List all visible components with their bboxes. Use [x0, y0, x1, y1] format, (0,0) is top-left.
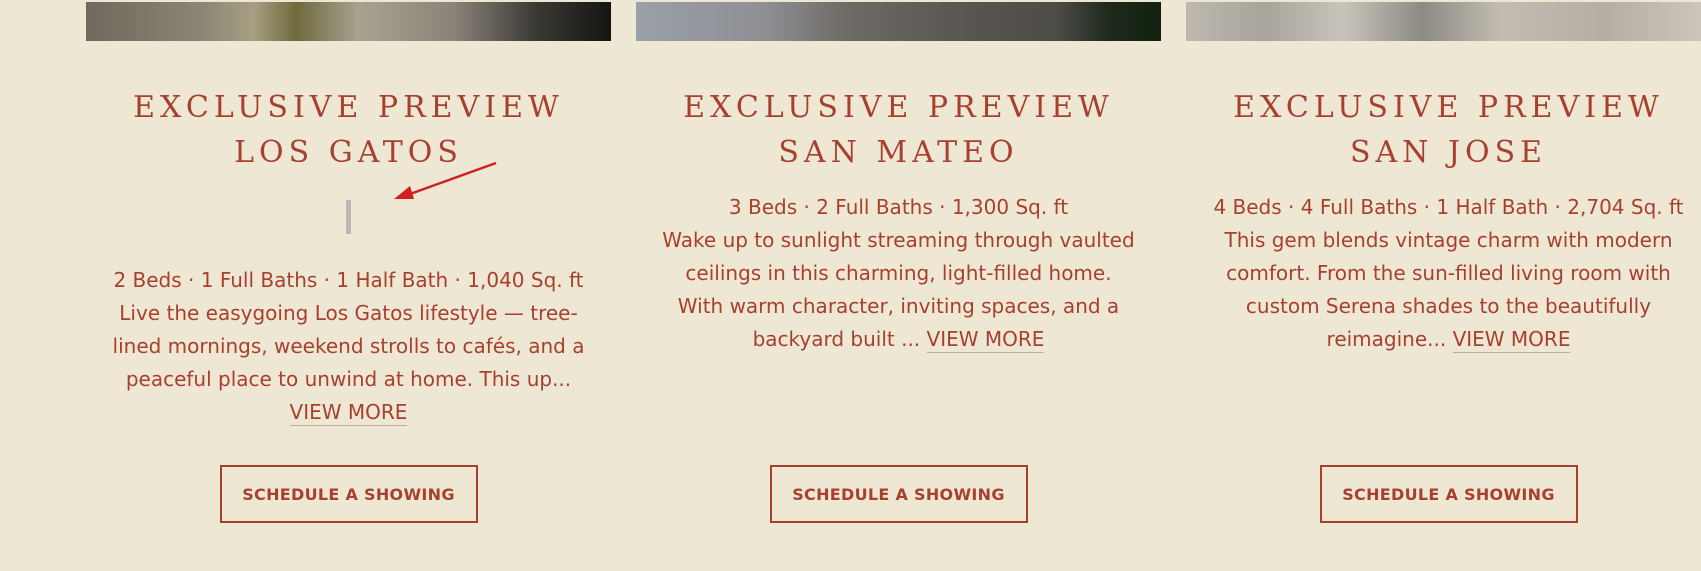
listing-specs: 3 Beds · 2 Full Baths · 1,300 Sq. ft [728, 195, 1069, 219]
listing-description: Live the easygoing Los Gatos lifestyle —… [86, 297, 611, 429]
listing-description-text: Live the easygoing Los Gatos lifestyle —… [112, 301, 585, 391]
view-more-link[interactable]: VIEW MORE [289, 400, 408, 426]
listing-specs: 4 Beds · 4 Full Baths · 1 Half Bath · 2,… [1213, 195, 1684, 219]
listing-description-text: This gem blends vintage charm with moder… [1224, 228, 1673, 351]
listing-photo[interactable] [1186, 2, 1701, 41]
schedule-showing-button[interactable]: SCHEDULE A SHOWING [769, 465, 1028, 523]
listing-card-san-jose: EXCLUSIVE PREVIEW SAN JOSE 4 Beds · 4 Fu… [1186, 0, 1701, 571]
text-cursor-bar [346, 200, 351, 234]
schedule-showing-button[interactable]: SCHEDULE A SHOWING [1319, 465, 1578, 523]
listing-title: EXCLUSIVE PREVIEW SAN MATEO [683, 90, 1114, 170]
schedule-showing-button[interactable]: SCHEDULE A SHOWING [219, 465, 478, 523]
listing-photo[interactable] [86, 2, 611, 41]
listing-description: This gem blends vintage charm with moder… [1186, 224, 1701, 356]
listing-card-los-gatos: EXCLUSIVE PREVIEW LOS GATOS 2 Beds · 1 F… [86, 0, 611, 571]
listing-description: Wake up to sunlight streaming through va… [636, 224, 1161, 356]
listing-card-san-mateo: EXCLUSIVE PREVIEW SAN MATEO 3 Beds · 2 F… [636, 0, 1161, 571]
listing-photo[interactable] [636, 2, 1161, 41]
listing-description-text: Wake up to sunlight streaming through va… [662, 228, 1135, 351]
listing-title: EXCLUSIVE PREVIEW LOS GATOS [133, 90, 564, 170]
view-more-link[interactable]: VIEW MORE [926, 327, 1045, 353]
view-more-link[interactable]: VIEW MORE [1452, 327, 1571, 353]
listing-specs: 2 Beds · 1 Full Baths · 1 Half Bath · 1,… [113, 268, 584, 292]
listing-title: EXCLUSIVE PREVIEW SAN JOSE [1233, 90, 1664, 170]
